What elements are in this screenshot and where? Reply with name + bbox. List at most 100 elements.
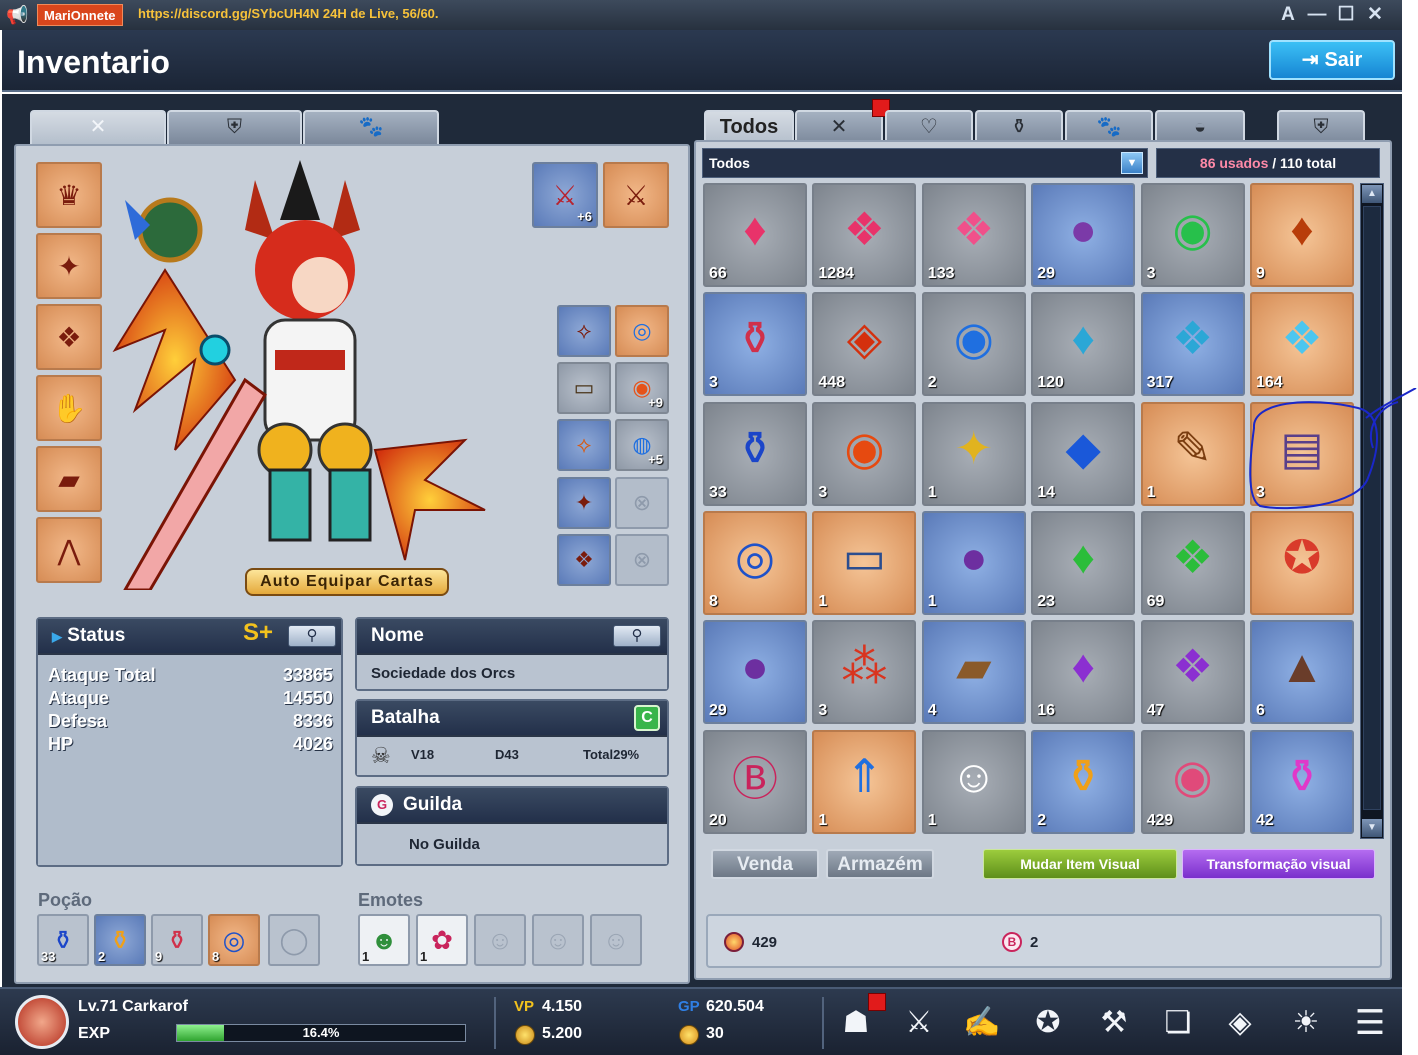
inventory-item[interactable]: ◉ 2 bbox=[921, 292, 1026, 397]
inventory-item[interactable]: ❖ 69 bbox=[1140, 510, 1245, 615]
change-item-visual-button[interactable]: Mudar Item Visual bbox=[983, 849, 1177, 879]
empty-emote-slot[interactable]: ☺ bbox=[474, 914, 526, 966]
quest-icon[interactable]: ✍ bbox=[956, 999, 1008, 1047]
helmet-slot[interactable]: ♛ bbox=[36, 162, 102, 228]
ring-slot[interactable]: ◎ bbox=[615, 305, 669, 357]
inventory-item[interactable]: ⚱ 42 bbox=[1250, 729, 1354, 834]
weapon-slot[interactable]: ⚔ +6 bbox=[532, 162, 598, 228]
tab-armor[interactable]: ⛨ bbox=[167, 110, 302, 144]
chevron-down-icon[interactable]: ▼ bbox=[1121, 152, 1143, 174]
emote-slot[interactable]: ✿ 1 bbox=[416, 914, 468, 966]
top-slot[interactable]: ✦ bbox=[36, 233, 102, 299]
inventory-item[interactable]: ⚱ 33 bbox=[703, 401, 807, 506]
inventory-item[interactable]: ▭ 1 bbox=[812, 510, 917, 615]
inventory-item[interactable]: ❖ 164 bbox=[1250, 292, 1354, 397]
empty-slot[interactable]: ⊗ bbox=[615, 477, 669, 529]
menu-icon[interactable]: ☰ bbox=[1344, 999, 1396, 1047]
inventory-item[interactable]: ● 29 bbox=[1031, 183, 1136, 287]
inventory-item[interactable]: ♦ 66 bbox=[703, 183, 807, 287]
scroll-thumb[interactable] bbox=[1363, 206, 1381, 810]
status-zoom-button[interactable]: ⚲ bbox=[288, 625, 336, 647]
text-size-button[interactable]: A bbox=[1276, 3, 1300, 27]
auction-icon[interactable]: ⚒ bbox=[1088, 999, 1140, 1047]
emote-slot[interactable]: ☻ 1 bbox=[358, 914, 410, 966]
inventory-item[interactable]: ◉ 3 bbox=[812, 401, 917, 506]
potion-slot[interactable]: ⚱ 9 bbox=[151, 914, 203, 966]
inventory-item[interactable]: ▰ 4 bbox=[921, 620, 1026, 725]
discord-link[interactable]: https://discord.gg/SYbcUH4N 24H de Live,… bbox=[138, 6, 439, 21]
potion-slot[interactable]: ◎ 8 bbox=[208, 914, 260, 966]
inventory-item[interactable]: ⁂ 3 bbox=[812, 620, 917, 725]
potion-slot[interactable]: ⚱ 2 bbox=[94, 914, 146, 966]
accessory-slot-3[interactable]: ✦ bbox=[557, 477, 611, 529]
accessory-slot-4[interactable]: ❖ bbox=[557, 534, 611, 586]
tab-equip[interactable]: ✕ bbox=[795, 110, 883, 144]
maximize-button[interactable]: ☐ bbox=[1334, 3, 1358, 27]
guild-icon[interactable]: ◈ bbox=[1214, 999, 1266, 1047]
inventory-item[interactable]: ☺ 1 bbox=[921, 729, 1026, 834]
tab-misc[interactable]: ◒ bbox=[1155, 110, 1245, 144]
category-filter-select[interactable]: Todos ▼ bbox=[702, 148, 1148, 178]
megaphone-icon[interactable]: 📢 bbox=[6, 4, 30, 26]
inventory-item[interactable]: ⚱ 3 bbox=[703, 292, 807, 397]
inventory-item[interactable]: ◎ 8 bbox=[703, 510, 807, 615]
inventory-item[interactable]: ♦ 9 bbox=[1250, 183, 1354, 287]
inventory-item[interactable]: ❖ 317 bbox=[1140, 292, 1245, 397]
necklace-slot[interactable]: ◉ +9 bbox=[615, 362, 669, 414]
inventory-item[interactable]: ◆ 14 bbox=[1031, 401, 1136, 506]
inventory-item[interactable]: ✪ bbox=[1250, 510, 1354, 615]
tab-accessories[interactable]: ♡ bbox=[885, 110, 973, 144]
tab-armor-inv[interactable]: ⛨ bbox=[1277, 110, 1365, 144]
inventory-item[interactable]: ⇑ 1 bbox=[812, 729, 917, 834]
weapon-visual-slot[interactable]: ⚔ bbox=[603, 162, 669, 228]
inventory-item[interactable]: ⚱ 2 bbox=[1031, 729, 1136, 834]
bottom-slot[interactable]: ❖ bbox=[36, 304, 102, 370]
album-icon[interactable]: ❏ bbox=[1152, 999, 1204, 1047]
inventory-item[interactable]: ♦ 23 bbox=[1031, 510, 1136, 615]
avatar[interactable] bbox=[15, 995, 69, 1049]
gloves-slot[interactable]: ✋ bbox=[36, 375, 102, 441]
inventory-item[interactable]: ✦ 1 bbox=[921, 401, 1026, 506]
inventory-item[interactable]: ♦ 16 bbox=[1031, 620, 1136, 725]
scroll-up-icon[interactable]: ▲ bbox=[1362, 185, 1382, 203]
inventory-scrollbar[interactable]: ▲ ▼ bbox=[1360, 183, 1384, 839]
inventory-item[interactable]: ▲ 6 bbox=[1250, 620, 1354, 725]
tab-pets[interactable]: 🐾 bbox=[303, 110, 439, 144]
battle-mode-icon[interactable]: C bbox=[634, 705, 660, 731]
empty-slot[interactable]: ⊗ bbox=[615, 534, 669, 586]
bracelet-slot[interactable]: ◍ +5 bbox=[615, 419, 669, 471]
tab-potions[interactable]: ⚱ bbox=[975, 110, 1063, 144]
exit-button[interactable]: ⇥ Sair bbox=[1269, 40, 1395, 80]
tab-all[interactable]: Todos bbox=[704, 110, 794, 144]
inventory-item[interactable]: ● 1 bbox=[921, 510, 1026, 615]
inventory-item[interactable]: ◉ 429 bbox=[1140, 729, 1245, 834]
inventory-item[interactable]: ◉ 3 bbox=[1140, 183, 1245, 287]
storage-button[interactable]: Armazém bbox=[826, 849, 934, 879]
scroll-down-icon[interactable]: ▼ bbox=[1362, 819, 1382, 837]
gift-shop-icon[interactable]: ✪ bbox=[1022, 999, 1074, 1047]
sell-button[interactable]: Venda bbox=[711, 849, 819, 879]
inventory-item[interactable]: Ⓑ 20 bbox=[703, 729, 807, 834]
inventory-item[interactable]: ❖ 1284 bbox=[812, 183, 917, 287]
belt-slot[interactable]: ▭ bbox=[557, 362, 611, 414]
tab-weapons[interactable]: ✕ bbox=[30, 110, 166, 144]
auto-equip-cards-button[interactable]: Auto Equipar Cartas bbox=[245, 568, 449, 596]
accessory-slot-2[interactable]: ⟡ bbox=[557, 419, 611, 471]
inventory-item[interactable]: ♦ 120 bbox=[1031, 292, 1136, 397]
shoes-slot[interactable]: ▰ bbox=[36, 446, 102, 512]
potion-slot[interactable]: ⚱ 33 bbox=[37, 914, 89, 966]
visual-transformation-button[interactable]: Transformação visual bbox=[1182, 849, 1375, 879]
skills-icon[interactable]: ⚔ bbox=[893, 999, 945, 1047]
inventory-item[interactable]: ▤ 3 bbox=[1250, 401, 1354, 506]
close-button[interactable]: ✕ bbox=[1363, 3, 1387, 27]
accessory-slot-1[interactable]: ⟡ bbox=[557, 305, 611, 357]
inventory-item[interactable]: ✎ 1 bbox=[1140, 401, 1245, 506]
inventory-item[interactable]: ❖ 47 bbox=[1140, 620, 1245, 725]
name-zoom-button[interactable]: ⚲ bbox=[613, 625, 661, 647]
inventory-item[interactable]: ● 29 bbox=[703, 620, 807, 725]
inventory-item[interactable]: ◈ 448 bbox=[812, 292, 917, 397]
cape-slot[interactable]: ⋀ bbox=[36, 517, 102, 583]
empty-potion-slot[interactable]: ◯ bbox=[268, 914, 320, 966]
empty-emote-slot[interactable]: ☺ bbox=[532, 914, 584, 966]
minimize-button[interactable]: — bbox=[1305, 3, 1329, 27]
